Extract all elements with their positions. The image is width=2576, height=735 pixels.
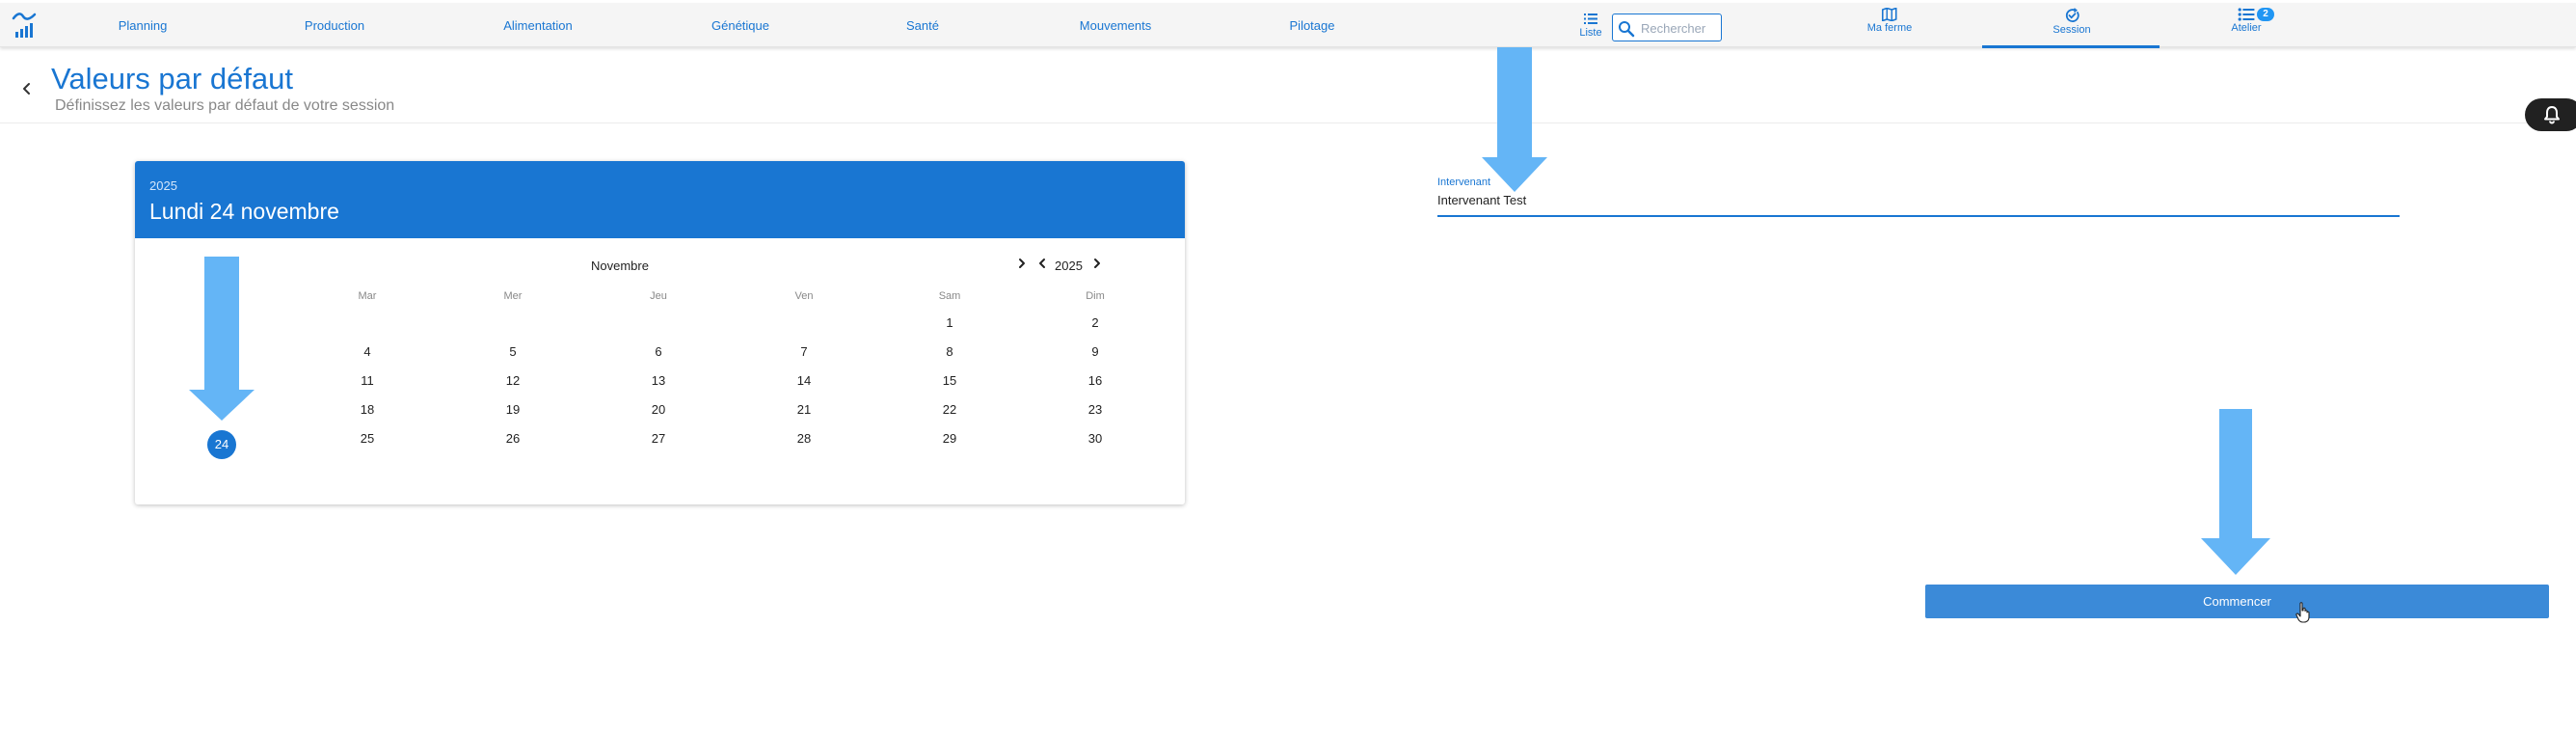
calendar-day[interactable]: 13 <box>644 367 673 395</box>
nav-genetique[interactable]: Génétique <box>711 3 769 47</box>
session-check-icon <box>2065 8 2080 22</box>
year-next-icon[interactable] <box>1091 258 1103 269</box>
calendar-day[interactable]: 16 <box>1081 367 1110 395</box>
search-box[interactable] <box>1612 14 1722 41</box>
calendar-day[interactable]: 6 <box>644 338 673 367</box>
calendar-day[interactable]: 19 <box>498 395 527 424</box>
weekday-header: Mer <box>503 290 523 302</box>
date-picker-header: 2025 Lundi 24 novembre <box>135 161 1185 238</box>
calendar-day[interactable]: 25 <box>353 424 382 453</box>
back-button[interactable] <box>20 82 34 100</box>
tutorial-arrow-icon <box>2201 409 2270 575</box>
hand-cursor-icon <box>2295 602 2310 623</box>
intervenant-field: Intervenant <box>1437 177 2400 217</box>
tool-ma-ferme-label: Ma ferme <box>1866 22 1913 34</box>
page-title: Valeurs par défaut <box>51 62 294 95</box>
calendar-day[interactable]: 22 <box>935 395 964 424</box>
tool-ma-ferme[interactable]: Ma ferme <box>1867 8 1912 34</box>
weekday-header: Ven <box>794 290 814 302</box>
list-icon <box>1584 14 1597 24</box>
date-picker-selected-date: Lundi 24 novembre <box>149 199 339 224</box>
calendar-day[interactable]: 2 <box>1081 309 1110 338</box>
calendar-day[interactable]: 26 <box>498 424 527 453</box>
weekday-header: Jeu <box>650 290 667 302</box>
intervenant-input[interactable] <box>1437 191 2392 208</box>
calendar-day[interactable]: 23 <box>1081 395 1110 424</box>
app-logo-icon[interactable] <box>10 9 39 41</box>
weekday-header: Dim <box>1086 290 1105 302</box>
chevron-left-icon <box>23 83 30 95</box>
tool-session-label: Session <box>2053 24 2091 36</box>
calendar-day[interactable]: 20 <box>644 395 673 424</box>
atelier-count-badge: 2 <box>2257 8 2274 21</box>
month-next-icon[interactable] <box>1016 258 1028 269</box>
year-prev-icon[interactable] <box>1036 258 1048 269</box>
calendar-day[interactable]: 8 <box>935 338 964 367</box>
start-button[interactable]: Commencer <box>1925 585 2549 618</box>
list-view-label: Liste <box>1579 27 1602 39</box>
active-tab-indicator <box>1982 45 2160 48</box>
calendar-day[interactable]: 29 <box>935 424 964 453</box>
calendar-day[interactable]: 12 <box>498 367 527 395</box>
notifications-button[interactable] <box>2525 98 2576 131</box>
calendar-day[interactable]: 15 <box>935 367 964 395</box>
page-subtitle: Définissez les valeurs par défaut de vot… <box>55 97 395 114</box>
search-icon <box>1619 21 1635 38</box>
date-picker-card: 2025 Lundi 24 novembre Novembre 2025 Mar… <box>135 161 1185 504</box>
list-icon <box>2238 8 2254 21</box>
nav-production[interactable]: Production <box>305 3 364 47</box>
calendar-day[interactable]: 14 <box>790 367 818 395</box>
weekday-header: Sam <box>938 290 961 302</box>
nav-planning[interactable]: Planning <box>119 3 168 47</box>
nav-sante[interactable]: Santé <box>906 3 939 47</box>
calendar-day[interactable]: 5 <box>498 338 527 367</box>
tutorial-arrow-icon <box>189 257 255 421</box>
calendar-day[interactable]: 9 <box>1081 338 1110 367</box>
calendar-day[interactable]: 30 <box>1081 424 1110 453</box>
tool-session[interactable]: Session <box>2053 8 2091 36</box>
calendar-day[interactable]: 4 <box>353 338 382 367</box>
date-picker-year[interactable]: 2025 <box>149 178 177 193</box>
nav-mouvements[interactable]: Mouvements <box>1080 3 1151 47</box>
calendar-day-selected[interactable]: 24 <box>207 430 236 459</box>
list-view-button[interactable]: Liste <box>1577 13 1604 39</box>
search-input[interactable] <box>1641 18 1718 38</box>
bell-icon <box>2544 106 2560 124</box>
nav-alimentation[interactable]: Alimentation <box>503 3 573 47</box>
calendar-day[interactable]: 27 <box>644 424 673 453</box>
calendar-day[interactable]: 21 <box>790 395 818 424</box>
tutorial-arrow-icon <box>1482 47 1547 192</box>
calendar-day[interactable]: 11 <box>353 367 382 395</box>
calendar-day[interactable]: 1 <box>935 309 964 338</box>
calendar-day[interactable]: 18 <box>353 395 382 424</box>
map-icon <box>1882 8 1897 21</box>
weekday-header: Mar <box>358 290 377 302</box>
header-divider <box>0 122 2576 123</box>
calendar-year-label: 2025 <box>1055 259 1083 273</box>
tool-atelier-label: Atelier <box>2231 22 2262 34</box>
calendar-month-label: Novembre <box>591 259 649 273</box>
nav-pilotage[interactable]: Pilotage <box>1290 3 1335 47</box>
calendar-day[interactable]: 28 <box>790 424 818 453</box>
calendar-day[interactable]: 7 <box>790 338 818 367</box>
top-navbar: Planning Production Alimentation Génétiq… <box>0 3 2576 48</box>
